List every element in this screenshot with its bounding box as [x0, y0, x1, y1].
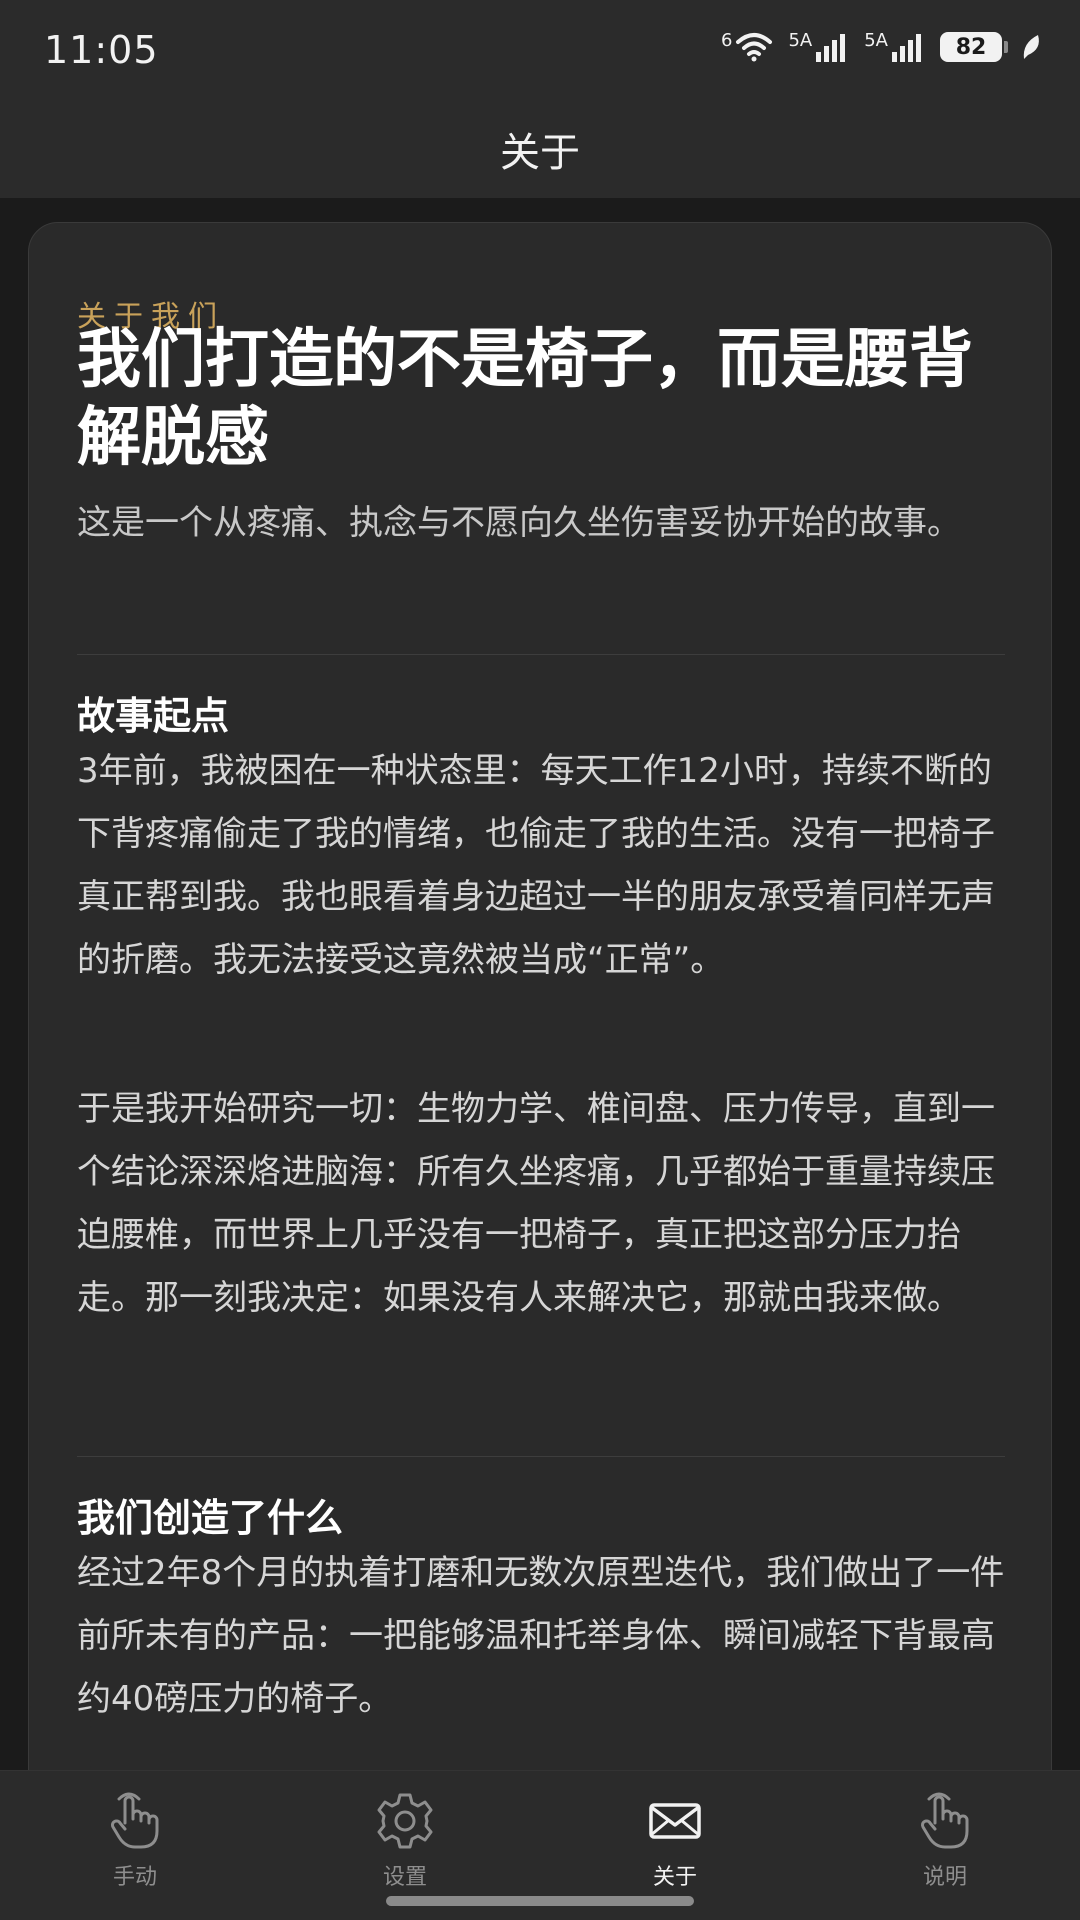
- leaf-icon: [1023, 35, 1039, 59]
- content-scroll-area[interactable]: 关于我们 我们打造的不是椅子，而是腰背解脱感 这是一个从疼痛、执念与不愿向久坐伤…: [0, 198, 1080, 1770]
- hand-pointer-icon: [921, 1792, 969, 1849]
- hand-pointer-icon: [111, 1792, 159, 1849]
- section-title-what-we-created: 我们创造了什么: [77, 1496, 344, 1540]
- tab-label: 手动: [112, 1865, 157, 1890]
- tab-label: 设置: [382, 1865, 427, 1890]
- battery-icon: 82: [940, 32, 1008, 62]
- gear-icon: [377, 1793, 433, 1849]
- tab-label: 说明: [922, 1865, 967, 1890]
- about-card: 关于我们 我们打造的不是椅子，而是腰背解脱感 这是一个从疼痛、执念与不愿向久坐伤…: [28, 222, 1052, 1770]
- created-paragraph-1: 经过2年8个月的执着打磨和无数次原型迭代，我们做出了一件前所未有的产品：一把能够…: [77, 1553, 1005, 1719]
- mail-icon: [649, 1803, 701, 1839]
- story-paragraph-2: 于是我开始研究一切：生物力学、椎间盘、压力传导，直到一个结论深深烙进脑海：所有久…: [77, 1089, 995, 1318]
- signal-icon: 5A: [788, 32, 850, 62]
- page-title: 关于: [500, 130, 580, 176]
- wifi-icon: 6: [721, 32, 774, 62]
- lead-text: 这是一个从疼痛、执念与不愿向久坐伤害妥协开始的故事。: [77, 503, 961, 543]
- section-title-story-origin: 故事起点: [77, 694, 230, 738]
- headline: 我们打造的不是椅子，而是腰背解脱感: [77, 323, 973, 475]
- app-header: 关于: [0, 100, 1080, 198]
- signal-icon: 5A: [864, 32, 926, 62]
- divider: [77, 654, 1005, 655]
- status-time: 11:05: [44, 28, 159, 72]
- signal-label-1: 5A: [788, 30, 813, 51]
- story-paragraph-1: 3年前，我被困在一种状态里：每天工作12小时，持续不断的下背疼痛偷走了我的情绪，…: [77, 751, 995, 980]
- tab-manual[interactable]: 手动: [0, 1771, 270, 1920]
- tab-instructions[interactable]: 说明: [810, 1771, 1080, 1920]
- signal-label-2: 5A: [864, 30, 888, 51]
- battery-level: 82: [955, 34, 987, 60]
- status-icons: 6 5A 5A 82: [721, 32, 1042, 62]
- divider: [77, 1456, 1005, 1457]
- tab-label: 关于: [652, 1865, 697, 1890]
- home-indicator[interactable]: [386, 1896, 694, 1906]
- wifi-label: 6: [721, 30, 733, 51]
- status-bar: 11:05 6 5A 5A 82: [0, 0, 1080, 100]
